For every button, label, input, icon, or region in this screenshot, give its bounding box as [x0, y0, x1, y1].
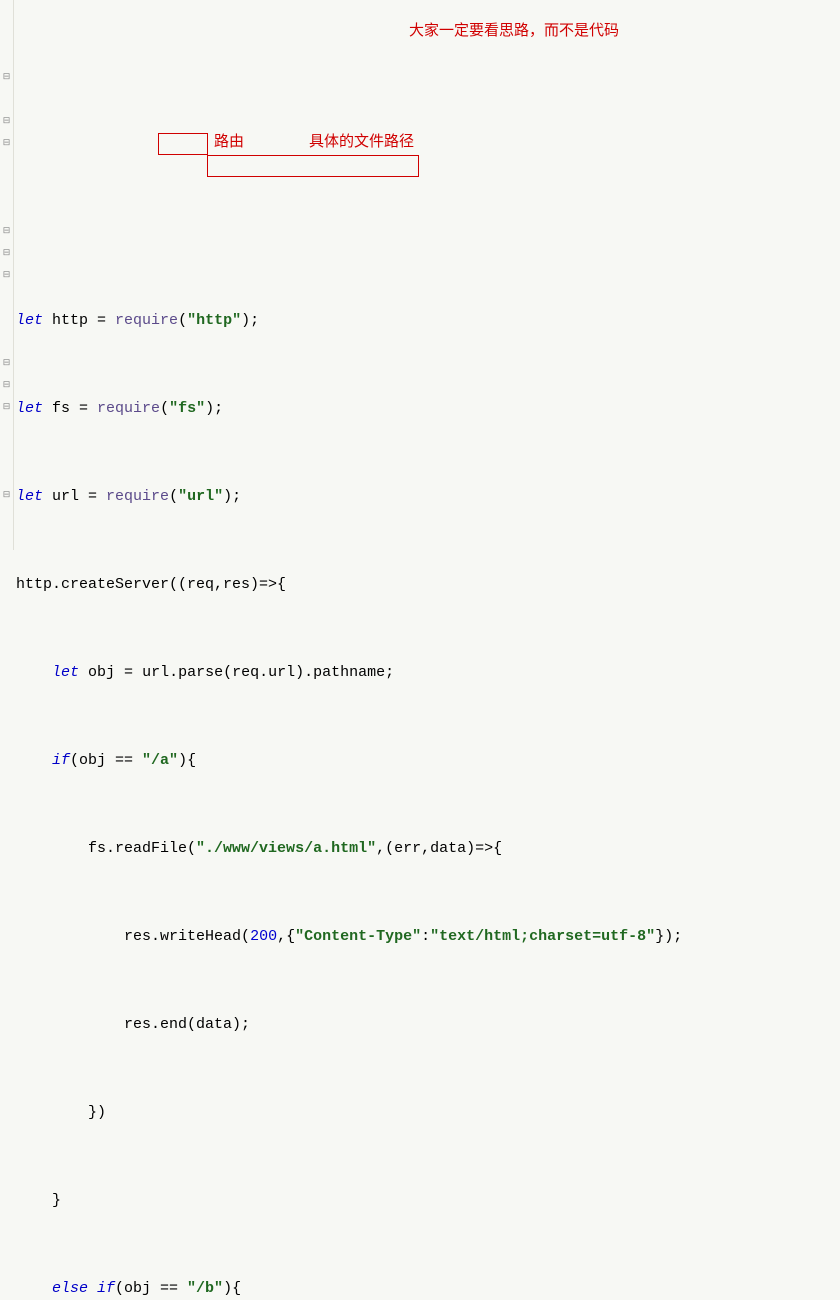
code-line: let obj = url.parse(req.url).pathname;	[16, 662, 840, 684]
redbox-route	[158, 133, 208, 155]
code-line: let http = require("http");	[16, 310, 840, 332]
annotation-route: 路由	[214, 131, 244, 153]
code-line: })	[16, 1102, 840, 1124]
code-line: res.end(data);	[16, 1014, 840, 1036]
code-line: let fs = require("fs");	[16, 398, 840, 420]
code-line: let url = require("url");	[16, 486, 840, 508]
code-line: res.writeHead(200,{"Content-Type":"text/…	[16, 926, 840, 948]
code-line: if(obj == "/a"){	[16, 750, 840, 772]
code-line: }	[16, 1190, 840, 1212]
code-area[interactable]: 大家一定要看思路，而不是代码 路由 具体的文件路径 let http = req…	[14, 0, 840, 1300]
annotation-top: 大家一定要看思路，而不是代码	[409, 20, 619, 42]
redbox-filepath	[207, 155, 419, 177]
fold-gutter: ⊟ ⊟ ⊟ ⊟ ⊟ ⊟ ⊟ ⊟ ⊟ ⊟	[0, 0, 14, 1300]
code-editor: ⊟ ⊟ ⊟ ⊟ ⊟ ⊟ ⊟ ⊟ ⊟ ⊟ 大家一定要看思路，而不是代码 路由 具体…	[0, 0, 840, 1300]
annotation-filepath: 具体的文件路径	[309, 131, 414, 153]
code-line: else if(obj == "/b"){	[16, 1278, 840, 1300]
code-line: fs.readFile("./www/views/a.html",(err,da…	[16, 838, 840, 860]
code-line: http.createServer((req,res)=>{	[16, 574, 840, 596]
